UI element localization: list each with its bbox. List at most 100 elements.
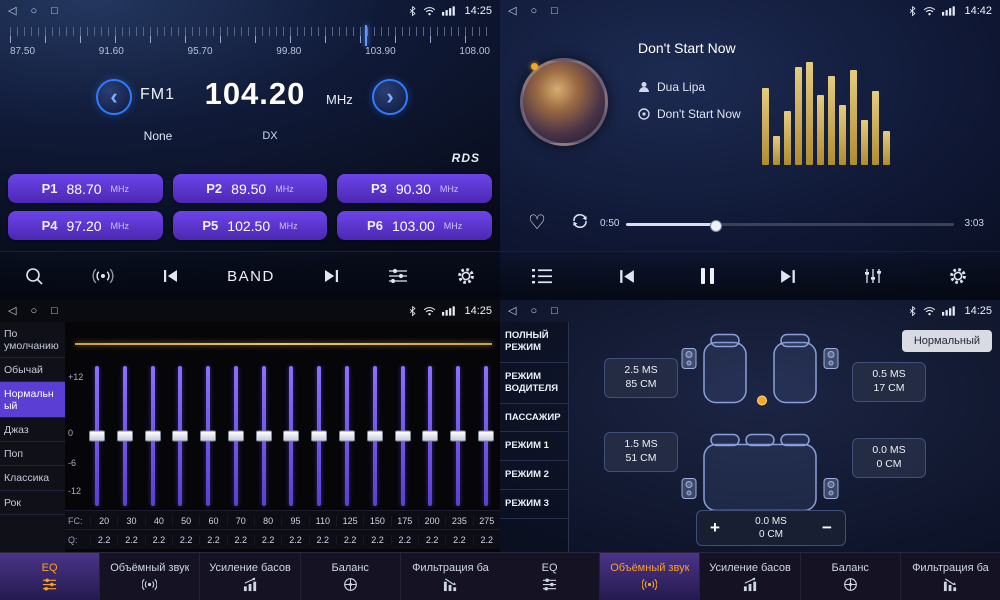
progress-knob[interactable]: [710, 220, 722, 232]
chevron-right-icon: ›: [386, 84, 393, 109]
recents-icon[interactable]: □: [51, 300, 58, 322]
status-bar: ◁ ○ □ 14:42: [500, 0, 1000, 22]
recents-icon[interactable]: □: [551, 300, 558, 322]
status-icons: 14:42: [908, 5, 992, 17]
decrease-delay-button[interactable]: −: [818, 518, 836, 538]
frequency-ruler[interactable]: [10, 27, 490, 44]
surround-mode-item[interactable]: РЕЖИМ ВОДИТЕЛЯ: [500, 363, 568, 404]
surround-mode-item[interactable]: ПАССАЖИР: [500, 404, 568, 433]
preset-button-p4[interactable]: P497.20MHz: [8, 211, 163, 240]
eq-preset-item[interactable]: Поп: [0, 442, 65, 466]
eq-band-slider[interactable]: [283, 366, 299, 506]
eq-band-slider[interactable]: [89, 366, 105, 506]
eq-band-slider[interactable]: [395, 366, 411, 506]
back-icon[interactable]: ◁: [508, 300, 516, 322]
tab-surround-sound[interactable]: Объёмный звук: [99, 553, 199, 600]
tab-eq[interactable]: EQ: [0, 553, 99, 600]
back-icon[interactable]: ◁: [508, 0, 516, 22]
tab-bass-boost[interactable]: Усиление басов: [699, 553, 799, 600]
favorite-heart-icon[interactable]: ♡: [528, 210, 546, 235]
surround-mode-item[interactable]: РЕЖИМ 2: [500, 461, 568, 490]
eq-band-slider[interactable]: [145, 366, 161, 506]
q-value: 2.2: [473, 535, 500, 545]
delay-adjust-bar: + 0.0 MS 0 CM −: [696, 510, 846, 546]
repeat-icon[interactable]: [570, 213, 590, 234]
previous-track-icon[interactable]: [157, 265, 183, 287]
progress-bar[interactable]: [626, 223, 954, 226]
eq-band-slider[interactable]: [311, 366, 327, 506]
home-icon[interactable]: ○: [530, 0, 537, 22]
delay-front-left[interactable]: 2.5 MS 85 CM: [604, 358, 678, 398]
eq-preset-item[interactable]: Нормальный: [0, 382, 65, 418]
q-value: 2.2: [145, 535, 172, 545]
eq-preset-item[interactable]: Рок: [0, 491, 65, 515]
artist-name: Dua Lipa: [657, 80, 705, 94]
spectrum-bar: [784, 111, 791, 165]
tab-surround-sound[interactable]: Объёмный звук: [599, 553, 699, 600]
surround-mode-item[interactable]: ПОЛНЫЙ РЕЖИМ: [500, 322, 568, 363]
fc-value: 70: [227, 516, 254, 526]
tune-down-button[interactable]: ‹: [96, 79, 132, 115]
mixer-sliders-icon[interactable]: [859, 264, 887, 288]
tab-balance[interactable]: Баланс: [800, 553, 900, 600]
preset-button-p1[interactable]: P188.70MHz: [8, 174, 163, 203]
back-icon[interactable]: ◁: [8, 0, 16, 22]
next-track-icon[interactable]: [319, 265, 345, 287]
tab-bass-boost[interactable]: Усиление басов: [199, 553, 299, 600]
tab-eq[interactable]: EQ: [500, 553, 599, 600]
eq-preset-item[interactable]: По умолчанию: [0, 322, 65, 358]
eq-band-slider[interactable]: [450, 366, 466, 506]
preset-button-p5[interactable]: P5102.50MHz: [173, 211, 328, 240]
eq-sliders-icon[interactable]: [384, 264, 412, 288]
eq-band-slider[interactable]: [228, 366, 244, 506]
preset-button-p3[interactable]: P390.30MHz: [337, 174, 492, 203]
back-icon[interactable]: ◁: [8, 300, 16, 322]
tab-balance[interactable]: Баланс: [300, 553, 400, 600]
adjust-ms: 0.0 MS: [755, 515, 787, 528]
tab-filter[interactable]: Фильтрация ба: [400, 553, 500, 600]
band-button[interactable]: BAND: [223, 264, 279, 289]
settings-gear-icon[interactable]: [944, 262, 972, 290]
delay-ms: 2.5 MS: [624, 364, 657, 378]
eq-band-slider[interactable]: [478, 366, 494, 506]
next-track-icon[interactable]: [775, 265, 802, 288]
delay-front-right[interactable]: 0.5 MS 17 CM: [852, 362, 926, 402]
broadcast-icon[interactable]: [88, 264, 118, 288]
delay-ms: 1.5 MS: [624, 438, 657, 452]
eq-band-slider[interactable]: [200, 366, 216, 506]
eq-band-slider[interactable]: [256, 366, 272, 506]
delay-rear-left[interactable]: 1.5 MS 51 CM: [604, 432, 678, 472]
previous-track-icon[interactable]: [613, 265, 640, 288]
preset-button-p6[interactable]: P6103.00MHz: [337, 211, 492, 240]
search-icon[interactable]: [20, 262, 48, 290]
delay-rear-right[interactable]: 0.0 MS 0 CM: [852, 438, 926, 478]
recents-icon[interactable]: □: [551, 0, 558, 22]
increase-delay-button[interactable]: +: [706, 518, 724, 538]
eq-band-slider[interactable]: [172, 366, 188, 506]
preset-button-p2[interactable]: P289.50MHz: [173, 174, 328, 203]
eq-preset-item[interactable]: Обычай: [0, 358, 65, 382]
eq-band-slider[interactable]: [117, 366, 133, 506]
spectrum-bar: [773, 136, 780, 165]
eq-band-slider[interactable]: [339, 366, 355, 506]
surround-mode-item[interactable]: РЕЖИМ 1: [500, 432, 568, 461]
playlist-icon[interactable]: [528, 264, 556, 288]
eq-preset-item[interactable]: Классика: [0, 466, 65, 490]
album-art[interactable]: [520, 58, 608, 146]
home-icon[interactable]: ○: [30, 0, 37, 22]
eq-band-slider[interactable]: [422, 366, 438, 506]
recents-icon[interactable]: □: [51, 0, 58, 22]
eq-preset-item[interactable]: Джаз: [0, 418, 65, 442]
pause-icon[interactable]: [697, 264, 718, 288]
tune-up-button[interactable]: ›: [372, 79, 408, 115]
equalizer-screen: ◁ ○ □ 14:25 По умолчаниюОбычайНормальный…: [0, 300, 501, 600]
settings-gear-icon[interactable]: [452, 262, 480, 290]
artist-icon: [638, 81, 650, 93]
surround-mode-item[interactable]: РЕЖИМ 3: [500, 490, 568, 519]
eq-band-slider[interactable]: [367, 366, 383, 506]
clock: 14:25: [964, 305, 992, 317]
home-icon[interactable]: ○: [530, 300, 537, 322]
home-icon[interactable]: ○: [30, 300, 37, 322]
tab-filter[interactable]: Фильтрация ба: [900, 553, 1000, 600]
sound-profile-button[interactable]: Нормальный: [902, 330, 992, 352]
